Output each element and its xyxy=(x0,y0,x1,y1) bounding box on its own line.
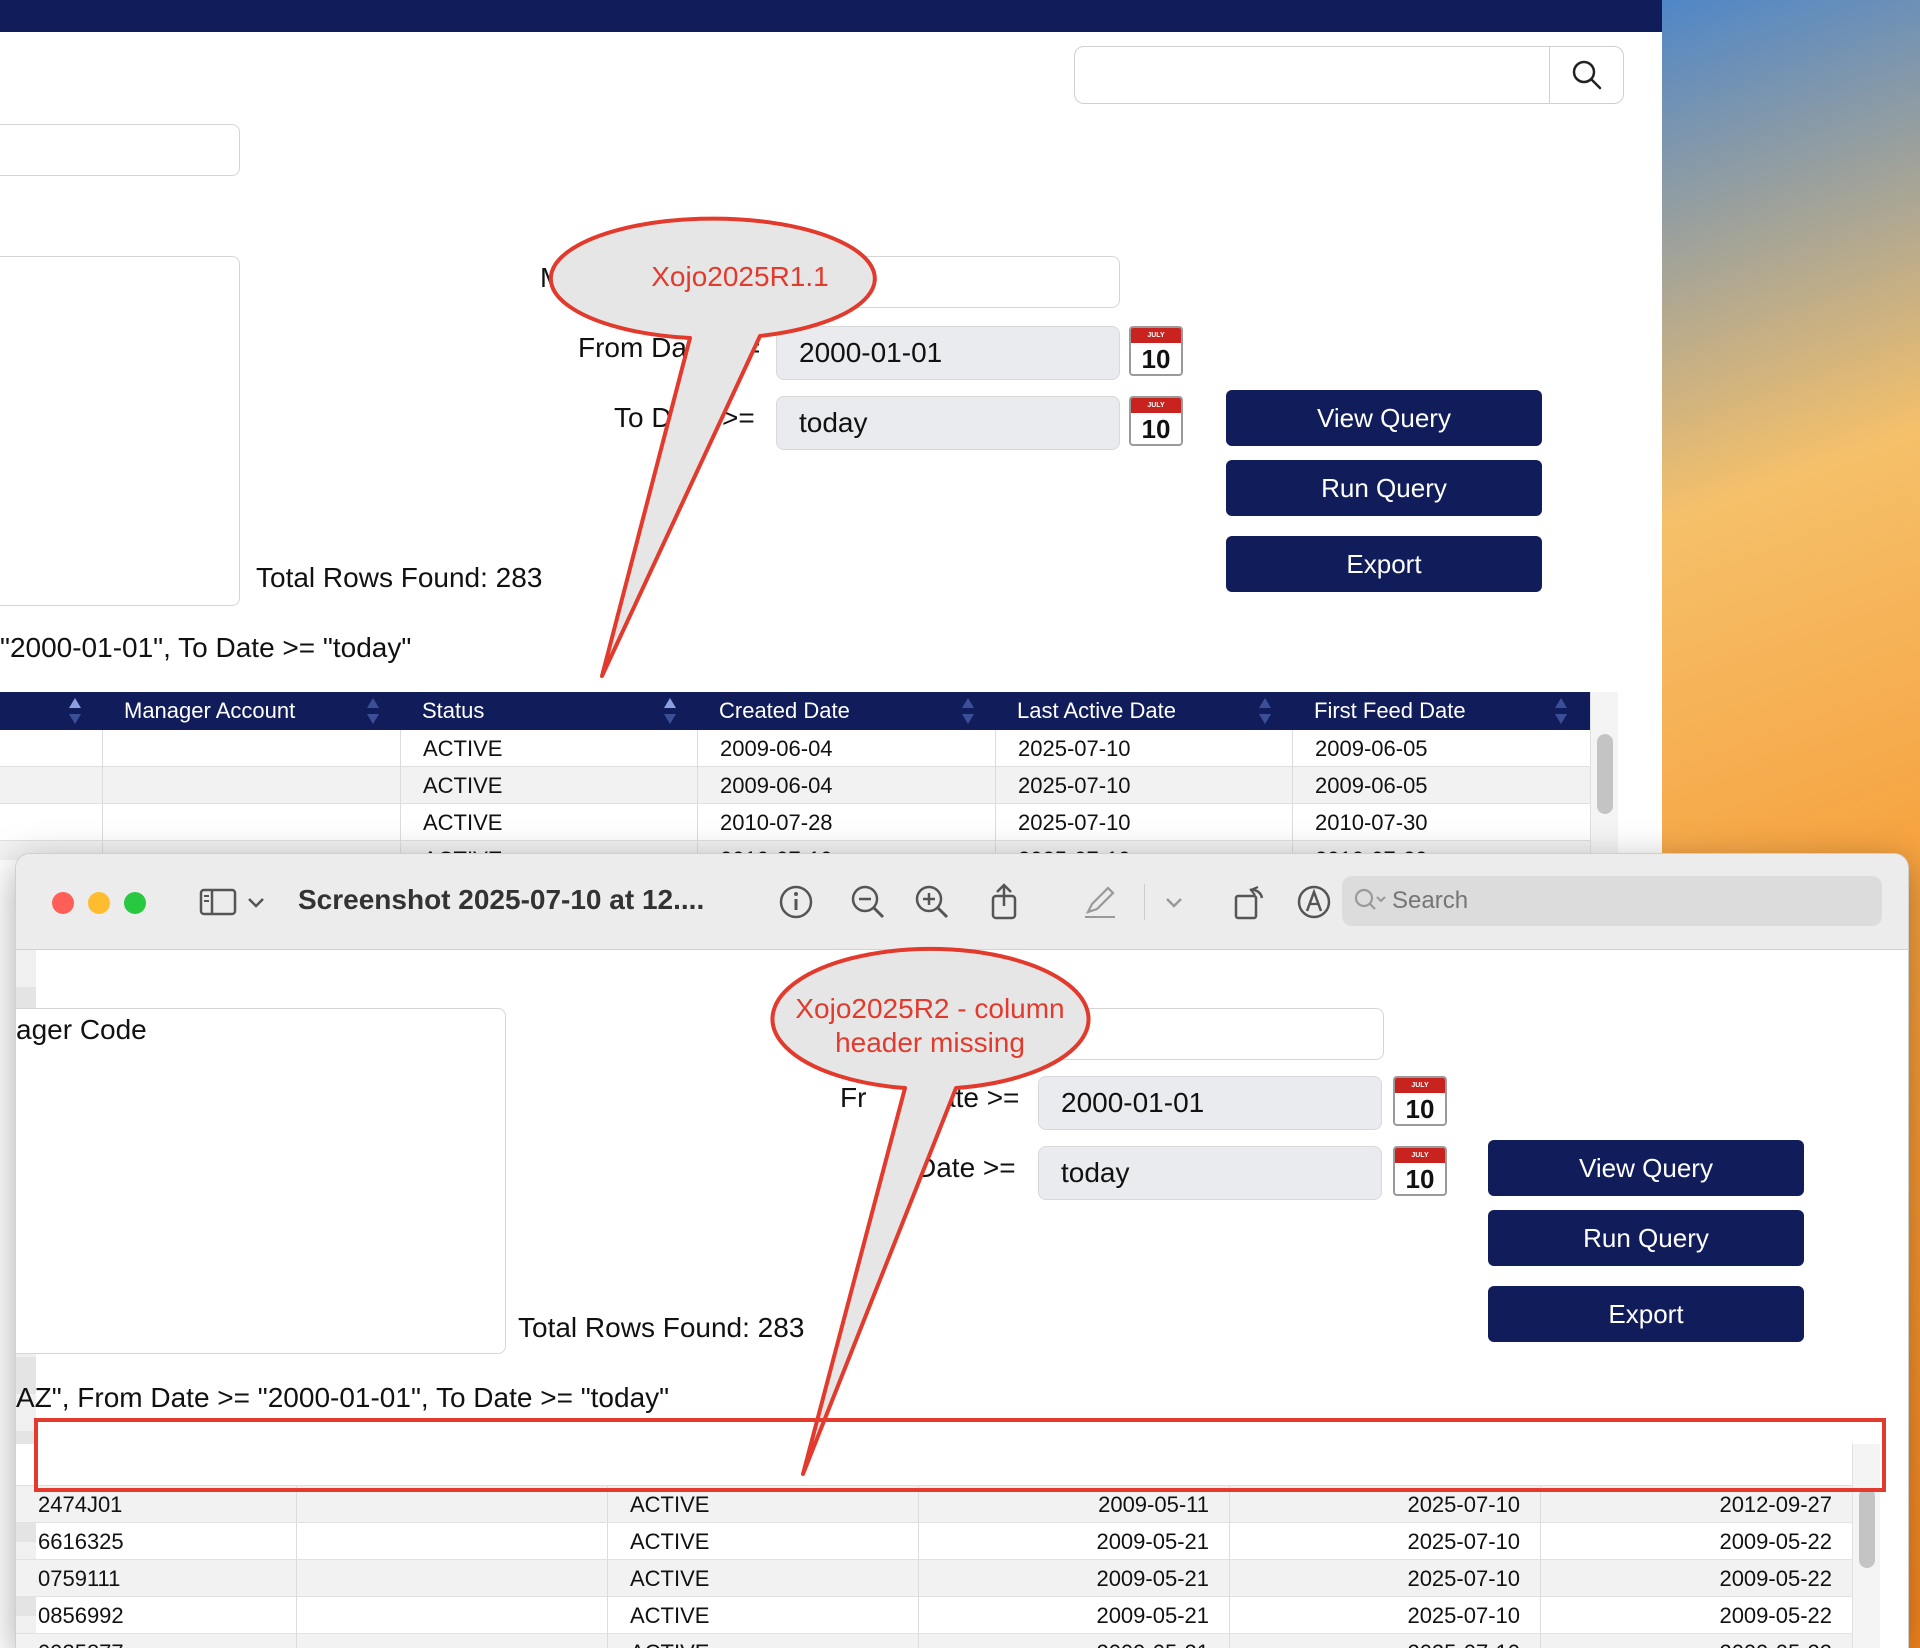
zoom-in-icon[interactable] xyxy=(912,882,952,922)
chevron-down-icon[interactable] xyxy=(1162,882,1186,922)
to-date-label: Date >= xyxy=(916,1152,1016,1183)
zoom-out-icon[interactable] xyxy=(848,882,888,922)
minimize-button[interactable] xyxy=(88,892,110,914)
column-header-first-feed-date[interactable]: First Feed Date xyxy=(1292,692,1590,730)
markup-icon[interactable] xyxy=(1294,882,1334,922)
from-date-calendar-icon[interactable]: JULY 10 xyxy=(1390,1074,1450,1128)
manager-code-label: ager Code xyxy=(16,1014,147,1045)
rotate-icon[interactable] xyxy=(1230,882,1270,922)
from-date-field[interactable]: 2000-01-01 xyxy=(776,326,1120,380)
query-summary: "2000-01-01", To Date >= "today" xyxy=(0,632,412,663)
search-box[interactable] xyxy=(1074,46,1624,104)
from-date-field[interactable]: 2000-01-01 xyxy=(1038,1076,1382,1130)
to-date-field[interactable]: today xyxy=(1038,1146,1382,1200)
manager-code-list[interactable] xyxy=(16,1008,506,1354)
table-row[interactable]: ACTIVE 2010-07-28 2025-07-10 2010-07-30 xyxy=(0,804,1590,841)
toolbar-divider xyxy=(1144,884,1145,920)
sort-icon[interactable] xyxy=(68,696,82,726)
manager-list[interactable] xyxy=(0,256,240,606)
table-row[interactable]: 0935877 ACTIVE 2009-05-21 2025-07-10 200… xyxy=(16,1634,1852,1648)
to-date-value: today xyxy=(799,407,868,438)
column-header-created-date[interactable]: Created Date xyxy=(697,692,995,730)
from-date-value: 2000-01-01 xyxy=(1061,1087,1205,1118)
to-date-calendar-icon[interactable]: JULY 10 xyxy=(1390,1144,1450,1198)
column-header-status[interactable]: Status xyxy=(400,692,698,730)
results-table[interactable]: Manager Account Status Created Date Last… xyxy=(0,692,1590,860)
export-button[interactable]: Export xyxy=(1226,536,1542,592)
table-body: 2474J01 ACTIVE 2009-05-11 2025-07-10 201… xyxy=(16,1486,1852,1648)
table-scrollbar[interactable] xyxy=(1597,734,1613,814)
table-row[interactable]: 0856992 ACTIVE 2009-05-21 2025-07-10 200… xyxy=(16,1597,1852,1634)
chevron-down-icon[interactable] xyxy=(244,882,268,922)
query-summary: AZ", From Date >= "2000-01-01", To Date … xyxy=(16,1382,670,1413)
sort-icon[interactable] xyxy=(366,696,380,726)
view-query-button[interactable]: View Query xyxy=(1488,1140,1804,1196)
export-button[interactable]: Export xyxy=(1488,1286,1804,1342)
column-header-last-active-date[interactable]: Last Active Date xyxy=(995,692,1293,730)
total-rows-label: Total Rows Found: 283 xyxy=(256,562,543,593)
results-table[interactable]: 2474J01 ACTIVE 2009-05-11 2025-07-10 201… xyxy=(16,1444,1852,1648)
search-icon xyxy=(1572,60,1601,90)
table-row[interactable]: 0759111 ACTIVE 2009-05-21 2025-07-10 200… xyxy=(16,1560,1852,1597)
from-date-suffix: ate >= xyxy=(940,1082,1020,1113)
search-button[interactable] xyxy=(1549,47,1623,103)
total-rows-label: Total Rows Found: 283 xyxy=(518,1312,805,1343)
callout-text-2-line-1: Xojo2025R2 - column xyxy=(795,993,1065,1024)
markup-pen-icon[interactable] xyxy=(1080,882,1120,922)
table-scroll-track[interactable] xyxy=(1852,1444,1880,1648)
sort-icon[interactable] xyxy=(961,696,975,726)
close-button[interactable] xyxy=(52,892,74,914)
to-date-label: To D xyxy=(614,402,672,433)
sidebar-icon[interactable] xyxy=(198,882,238,922)
table-row[interactable]: ACTIVE 2009-06-04 2025-07-10 2009-06-05 xyxy=(0,767,1590,804)
sort-icon[interactable] xyxy=(663,696,677,726)
view-query-button[interactable]: View Query xyxy=(1226,390,1542,446)
table-row[interactable]: 2474J01 ACTIVE 2009-05-11 2025-07-10 201… xyxy=(16,1486,1852,1523)
from-date-calendar-icon[interactable]: JULY 10 xyxy=(1126,324,1186,378)
to-date-calendar-icon[interactable]: JULY 10 xyxy=(1126,394,1186,448)
from-date-suffix: = xyxy=(744,332,761,363)
callout-text-1: Xojo2025R1.1 xyxy=(651,261,829,292)
to-date-suffix: >= xyxy=(722,402,755,433)
xojo-window-r1: Ma From Da = 2000-01-01 JULY 10 To D >= t… xyxy=(0,0,1662,860)
sort-icon[interactable] xyxy=(1258,696,1272,726)
preview-window: Screenshot 2025-07-10 at 12.... ager Cod… xyxy=(16,854,1908,1648)
table-scroll-track[interactable] xyxy=(1590,692,1618,860)
info-icon[interactable] xyxy=(776,882,816,922)
table-header: Manager Account Status Created Date Last… xyxy=(0,692,1590,730)
search-input[interactable] xyxy=(1342,876,1882,926)
table-header-empty xyxy=(16,1444,1852,1486)
table-scrollbar[interactable] xyxy=(1859,1488,1875,1568)
from-date-label: Fr xyxy=(840,1082,867,1113)
search-icon xyxy=(1354,888,1386,910)
to-date-field[interactable]: today xyxy=(776,396,1120,450)
zoom-button[interactable] xyxy=(124,892,146,914)
table-body: ACTIVE 2009-06-04 2025-07-10 2009-06-05 … xyxy=(0,730,1590,860)
top-input[interactable] xyxy=(0,124,240,176)
manager-value: Z xyxy=(1063,1018,1081,1049)
manager-input[interactable]: Z xyxy=(1040,1008,1384,1060)
table-row[interactable]: ACTIVE 2009-06-04 2025-07-10 2009-06-05 xyxy=(0,730,1590,767)
from-date-value: 2000-01-01 xyxy=(799,337,943,368)
share-icon[interactable] xyxy=(984,882,1024,922)
preview-search[interactable] xyxy=(1342,876,1882,926)
table-row[interactable]: 6616325 ACTIVE 2009-05-21 2025-07-10 200… xyxy=(16,1523,1852,1560)
run-query-button[interactable]: Run Query xyxy=(1226,460,1542,516)
run-query-button[interactable]: Run Query xyxy=(1488,1210,1804,1266)
sort-icon[interactable] xyxy=(1554,696,1568,726)
window-title: Screenshot 2025-07-10 at 12.... xyxy=(298,884,705,915)
callout-text-2-line-2: header missing xyxy=(835,1027,1025,1058)
preview-toolbar: Screenshot 2025-07-10 at 12.... xyxy=(16,854,1908,950)
from-date-label: From Da xyxy=(578,332,687,363)
to-date-value: today xyxy=(1061,1157,1130,1188)
column-header-manager-account[interactable]: Manager Account xyxy=(102,692,400,730)
window-top-bar xyxy=(0,0,1662,32)
manager-label: Ma xyxy=(540,262,579,293)
